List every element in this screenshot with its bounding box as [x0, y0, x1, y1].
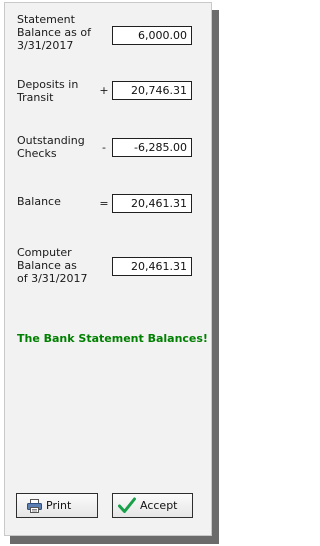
- printer-icon: [27, 498, 42, 513]
- print-button[interactable]: Print: [16, 493, 98, 518]
- checkmark-icon: [118, 497, 136, 514]
- accept-button[interactable]: Accept: [112, 493, 193, 518]
- balance-label: Balance: [17, 195, 61, 208]
- balance-status-message: The Bank Statement Balances!: [17, 332, 208, 345]
- print-button-label: Print: [46, 499, 72, 512]
- outstanding-checks-label: Outstanding Checks: [17, 134, 85, 160]
- reconciliation-panel: Statement Balance as of 3/31/2017 6,000.…: [4, 2, 212, 536]
- computer-balance-field[interactable]: 20,461.31: [112, 257, 192, 276]
- minus-operator: -: [102, 141, 106, 154]
- outstanding-checks-field[interactable]: -6,285.00: [112, 138, 192, 157]
- deposits-in-transit-field[interactable]: 20,746.31: [112, 81, 192, 100]
- balance-field[interactable]: 20,461.31: [112, 194, 192, 213]
- statement-balance-label: Statement Balance as of 3/31/2017: [17, 13, 91, 52]
- computer-balance-label: Computer Balance as of 3/31/2017: [17, 246, 88, 285]
- equals-operator: =: [99, 197, 109, 210]
- deposits-in-transit-label: Deposits in Transit: [17, 78, 79, 104]
- accept-button-label: Accept: [140, 499, 178, 512]
- plus-operator: +: [99, 84, 109, 97]
- statement-balance-field[interactable]: 6,000.00: [112, 26, 192, 45]
